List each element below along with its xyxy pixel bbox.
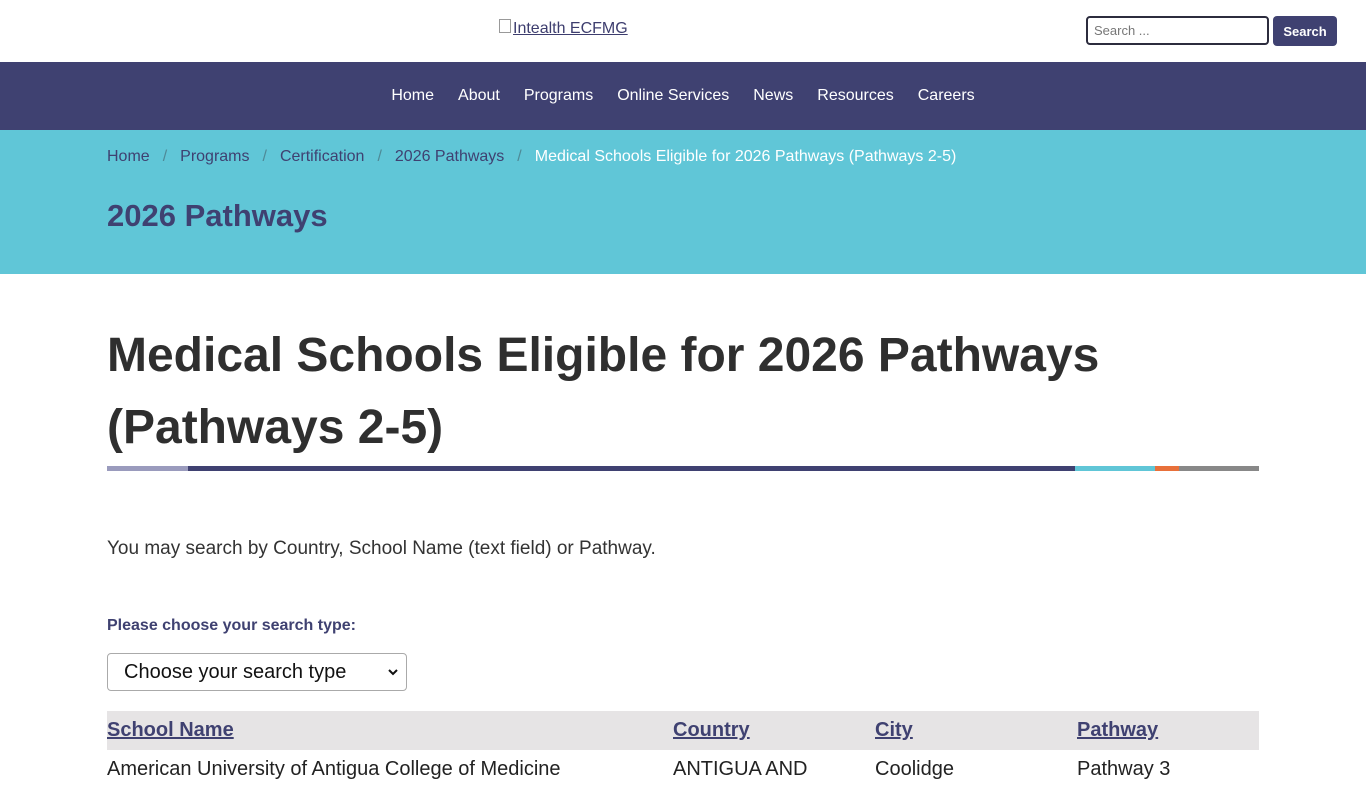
nav-item-home[interactable]: Home bbox=[391, 87, 434, 105]
divider-segment bbox=[188, 466, 1075, 471]
breadcrumb: Home / Programs / Certification / 2026 P… bbox=[107, 148, 956, 166]
breadcrumb-home[interactable]: Home bbox=[107, 148, 150, 166]
nav-item-resources[interactable]: Resources bbox=[817, 87, 893, 105]
divider-segment bbox=[107, 466, 188, 471]
search-type-select[interactable]: Choose your search type bbox=[107, 653, 407, 691]
section-title: 2026 Pathways bbox=[107, 198, 328, 233]
breadcrumb-certification[interactable]: Certification bbox=[280, 148, 364, 166]
nav-item-careers[interactable]: Careers bbox=[918, 87, 975, 105]
nav-item-about[interactable]: About bbox=[458, 87, 500, 105]
breadcrumb-separator: / bbox=[517, 148, 522, 165]
breadcrumb-separator: / bbox=[162, 148, 168, 165]
nav-item-online-services[interactable]: Online Services bbox=[617, 87, 729, 105]
chevron-down-icon bbox=[388, 669, 398, 676]
table-row: American University of Antigua College o… bbox=[107, 750, 1259, 790]
breadcrumb-current: Medical Schools Eligible for 2026 Pathwa… bbox=[534, 148, 957, 165]
site-logo-link[interactable]: Intealth ECFMG bbox=[499, 19, 628, 38]
intro-text: You may search by Country, School Name (… bbox=[107, 538, 656, 559]
search-input[interactable] bbox=[1086, 16, 1269, 45]
nav-item-news[interactable]: News bbox=[753, 87, 793, 105]
breadcrumb-separator: / bbox=[377, 148, 382, 165]
divider-segment bbox=[1075, 466, 1155, 471]
breadcrumb-programs[interactable]: Programs bbox=[180, 148, 249, 166]
cell-pathway: Pathway 3 bbox=[1077, 758, 1171, 780]
divider-segment bbox=[1179, 466, 1259, 471]
site-logo-alt: Intealth ECFMG bbox=[513, 20, 628, 37]
nav-item-programs[interactable]: Programs bbox=[524, 87, 593, 105]
search-type-value: Choose your search type bbox=[124, 660, 347, 683]
cell-city: Coolidge bbox=[875, 758, 954, 780]
main-nav: Home About Programs Online Services News… bbox=[0, 62, 1366, 130]
cell-school-name: American University of Antigua College o… bbox=[107, 758, 561, 780]
breadcrumb-separator: / bbox=[262, 148, 267, 165]
column-header-country[interactable]: Country bbox=[673, 719, 750, 742]
divider-segment bbox=[1155, 466, 1179, 471]
top-header: Intealth ECFMG Search bbox=[0, 0, 1366, 62]
search-button[interactable]: Search bbox=[1273, 16, 1337, 46]
cell-country: ANTIGUA AND bbox=[673, 758, 808, 780]
search-type-label: Please choose your search type: bbox=[107, 617, 356, 634]
title-divider bbox=[107, 466, 1259, 471]
broken-image-icon bbox=[499, 19, 511, 33]
column-header-pathway[interactable]: Pathway bbox=[1077, 719, 1158, 742]
page-title: Medical Schools Eligible for 2026 Pathwa… bbox=[107, 329, 1100, 454]
column-header-school-name[interactable]: School Name bbox=[107, 719, 234, 742]
breadcrumb-2026-pathways[interactable]: 2026 Pathways bbox=[395, 148, 504, 166]
column-header-city[interactable]: City bbox=[875, 719, 913, 742]
table-header: School Name Country City Pathway bbox=[107, 711, 1259, 750]
